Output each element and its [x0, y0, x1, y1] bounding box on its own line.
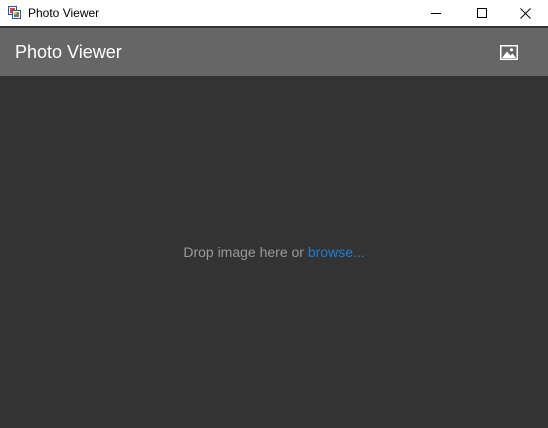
- image-icon: [500, 44, 518, 60]
- window-titlebar[interactable]: Photo Viewer: [0, 0, 548, 26]
- app-title: Photo Viewer: [15, 42, 122, 62]
- app-icon: [8, 6, 21, 19]
- app-header: Photo Viewer: [0, 28, 548, 76]
- drop-hint-text: Drop image here or: [183, 244, 308, 260]
- drop-area[interactable]: Drop image here or browse...: [0, 76, 548, 428]
- app-window: Photo Viewer Photo Viewer Drop image her…: [0, 0, 548, 428]
- minimize-button[interactable]: [413, 0, 459, 26]
- close-button[interactable]: [502, 0, 548, 26]
- minimize-icon: [431, 13, 441, 14]
- maximize-icon: [477, 8, 487, 18]
- close-icon: [519, 7, 531, 19]
- open-image-button[interactable]: [492, 38, 526, 66]
- browse-link[interactable]: browse...: [308, 244, 365, 260]
- drop-hint: Drop image here or browse...: [0, 243, 548, 261]
- maximize-button[interactable]: [459, 0, 505, 26]
- window-title: Photo Viewer: [28, 6, 100, 20]
